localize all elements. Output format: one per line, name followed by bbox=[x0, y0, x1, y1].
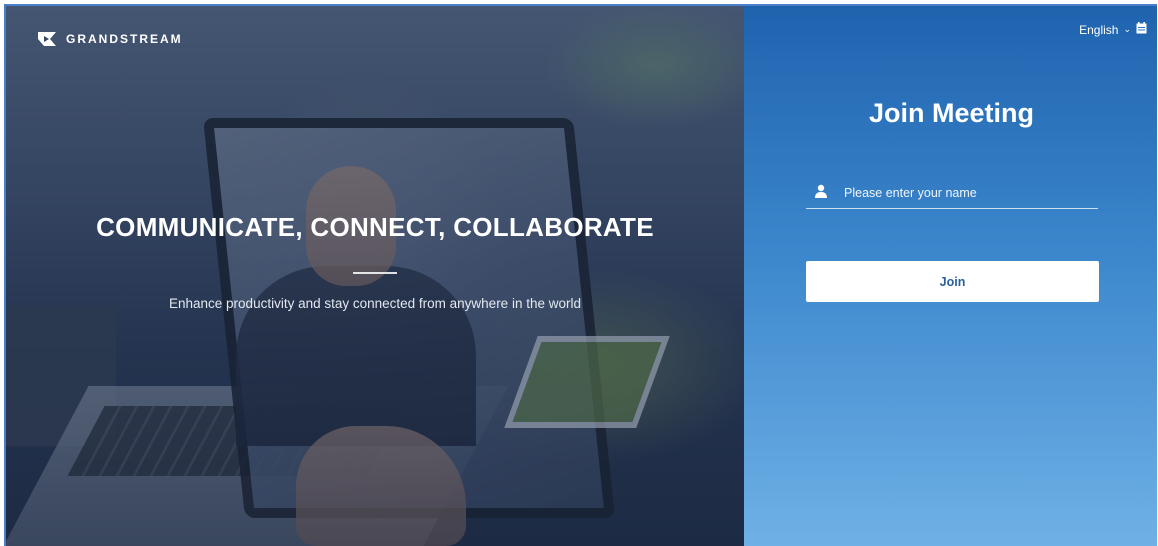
hero-headline: COMMUNICATE, CONNECT, COLLABORATE bbox=[96, 212, 654, 242]
name-input[interactable] bbox=[844, 186, 1084, 200]
brand-logo[interactable]: GRANDSTREAM bbox=[36, 30, 183, 48]
app-frame: GRANDSTREAM COMMUNICATE, CONNECT, COLLAB… bbox=[4, 4, 1157, 546]
language-label: English bbox=[1079, 22, 1119, 37]
hero-divider bbox=[353, 272, 397, 274]
join-button[interactable]: Join bbox=[806, 261, 1099, 302]
hero-subline: Enhance productivity and stay connected … bbox=[169, 296, 581, 311]
hero-panel: GRANDSTREAM COMMUNICATE, CONNECT, COLLAB… bbox=[6, 6, 744, 546]
user-icon bbox=[806, 184, 844, 203]
hero-overlay bbox=[6, 6, 744, 546]
brand-logo-text: GRANDSTREAM bbox=[66, 32, 183, 46]
join-panel: English ⌄ Join Meeting Please enter your… bbox=[744, 6, 1157, 546]
join-meeting-title: Join Meeting bbox=[868, 98, 1034, 128]
grandstream-logo-icon bbox=[36, 30, 58, 48]
name-field[interactable] bbox=[806, 178, 1098, 209]
calendar-icon[interactable] bbox=[1136, 22, 1147, 37]
language-selector[interactable]: English ⌄ bbox=[1079, 22, 1147, 37]
chevron-down-icon: ⌄ bbox=[1123, 24, 1131, 34]
